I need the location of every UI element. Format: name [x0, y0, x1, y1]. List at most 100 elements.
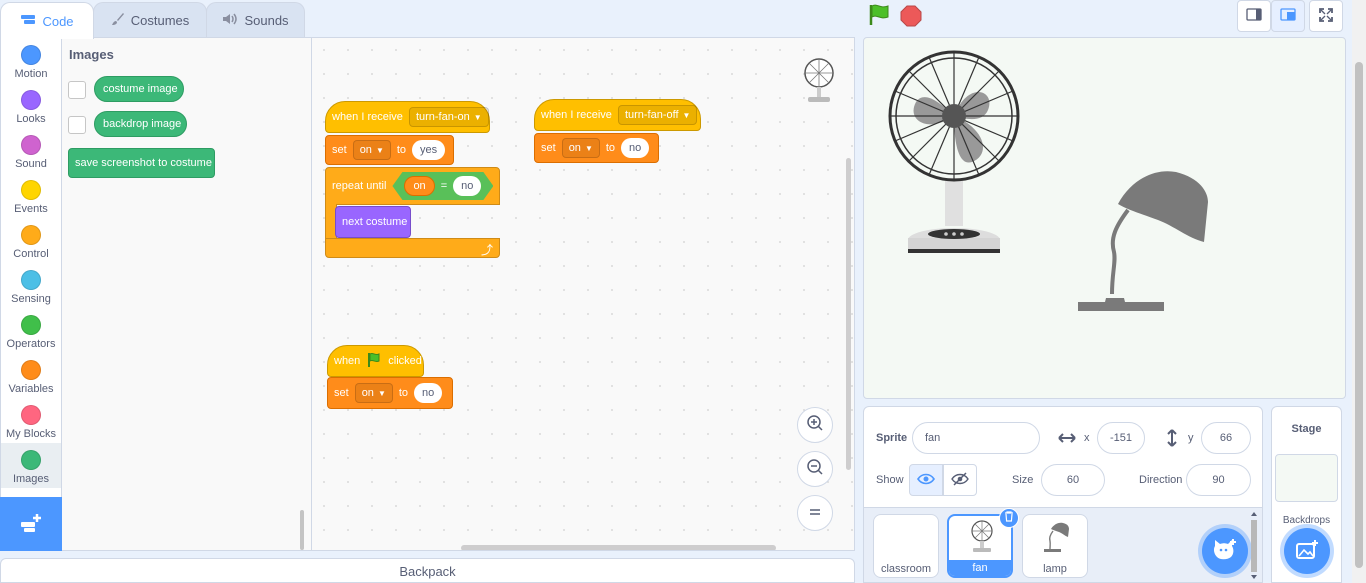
- add-extension-button[interactable]: [0, 497, 62, 551]
- sprite-tile-classroom[interactable]: classroom: [873, 514, 939, 578]
- sprite-name-input[interactable]: fan: [912, 422, 1040, 454]
- category-label: Images: [12, 473, 50, 485]
- category-looks[interactable]: Looks: [1, 83, 61, 128]
- category-sound[interactable]: Sound: [1, 128, 61, 173]
- show-visible-button[interactable]: [909, 464, 943, 496]
- set-variable-block[interactable]: set on ▼ to no: [534, 133, 659, 163]
- size-input[interactable]: 60: [1041, 464, 1105, 496]
- category-events[interactable]: Events: [1, 173, 61, 218]
- caret-icon: ▼: [375, 145, 384, 155]
- vertical-scrollbar[interactable]: [846, 158, 851, 470]
- sprite-tile-fan[interactable]: fan: [947, 508, 1019, 578]
- variable-dropdown[interactable]: on ▼: [354, 383, 393, 403]
- green-flag-button[interactable]: [867, 4, 891, 29]
- when-i-receive-block[interactable]: when I receive turn-fan-on ▼: [325, 101, 490, 133]
- zoom-out-icon: [806, 458, 824, 481]
- zoom-reset-button[interactable]: [797, 495, 833, 531]
- operators-dot-icon: [21, 315, 41, 335]
- category-label: Variables: [8, 383, 54, 395]
- show-hidden-button[interactable]: [943, 464, 977, 496]
- size-label: Size: [1012, 474, 1034, 486]
- stage-canvas[interactable]: [863, 37, 1346, 399]
- category-sensing[interactable]: Sensing: [1, 263, 61, 308]
- direction-input[interactable]: 90: [1186, 464, 1251, 496]
- dropdown-value: on: [359, 144, 372, 156]
- block-label: to: [398, 387, 409, 399]
- x-arrows-icon: [1058, 432, 1076, 447]
- costume-image-block[interactable]: costume image: [94, 76, 184, 102]
- backdrop-image-checkbox[interactable]: [68, 116, 86, 134]
- save-screenshot-block[interactable]: save screenshot to costume: [68, 148, 215, 178]
- value-input[interactable]: yes: [412, 140, 446, 160]
- y-position-input[interactable]: 66: [1201, 422, 1251, 454]
- category-variables[interactable]: Variables: [1, 353, 61, 398]
- script-area[interactable]: when I receive turn-fan-on ▼ set on ▼ to y…: [312, 37, 855, 551]
- delete-sprite-button[interactable]: [999, 508, 1019, 528]
- fullscreen-button[interactable]: [1309, 0, 1343, 32]
- category-motion[interactable]: Motion: [1, 38, 61, 83]
- category-images[interactable]: Images: [1, 443, 61, 488]
- block-label: set: [334, 387, 349, 399]
- horizontal-scrollbar[interactable]: [461, 545, 776, 550]
- when-i-receive-block[interactable]: when I receive turn-fan-off ▼: [534, 99, 701, 131]
- costume-image-checkbox[interactable]: [68, 81, 86, 99]
- equals-operator-block[interactable]: on = no: [392, 172, 493, 200]
- x-position-input[interactable]: -151: [1097, 422, 1145, 454]
- when-flag-clicked-block[interactable]: when clicked: [327, 345, 424, 377]
- block-label: when I receive: [541, 109, 612, 121]
- block-palette: Images costume image backdrop image save…: [62, 37, 312, 551]
- tab-code[interactable]: Code: [0, 2, 94, 39]
- choose-sprite-button[interactable]: [1202, 528, 1248, 574]
- tab-costumes-label: Costumes: [130, 13, 190, 28]
- page-scrollbar[interactable]: [1352, 0, 1366, 583]
- eye-slash-icon: [951, 471, 969, 489]
- category-control[interactable]: Control: [1, 218, 61, 263]
- tab-sounds[interactable]: Sounds: [206, 2, 305, 38]
- category-label: Sound: [15, 158, 47, 170]
- value-input[interactable]: no: [414, 383, 443, 403]
- value-input[interactable]: no: [621, 138, 650, 158]
- category-my-blocks[interactable]: My Blocks: [1, 398, 61, 443]
- choose-backdrop-button[interactable]: [1284, 528, 1330, 574]
- image-add-icon: [1295, 539, 1319, 564]
- zoom-in-button[interactable]: [797, 407, 833, 443]
- looks-dot-icon: [21, 90, 41, 110]
- sprite-info-panel: Sprite fan x -151 y 66 Show Size 60 Dire…: [863, 406, 1263, 508]
- on-variable-reporter[interactable]: on: [404, 176, 434, 196]
- images-dot-icon: [21, 450, 41, 470]
- backdrop-image-block[interactable]: backdrop image: [94, 111, 187, 137]
- next-costume-block[interactable]: next costume: [335, 206, 411, 238]
- compare-value-input[interactable]: no: [453, 176, 481, 196]
- small-stage-button[interactable]: [1237, 0, 1271, 32]
- fan-sprite[interactable]: [888, 50, 1022, 259]
- sound-dot-icon: [21, 135, 41, 155]
- message-dropdown[interactable]: turn-fan-off ▼: [617, 105, 698, 125]
- palette-scrollbar[interactable]: [300, 510, 304, 550]
- category-label: Events: [14, 203, 48, 215]
- variable-dropdown[interactable]: on ▼: [352, 140, 391, 160]
- set-variable-block[interactable]: set on ▼ to yes: [325, 135, 454, 165]
- variable-dropdown[interactable]: on ▼: [561, 138, 600, 158]
- sprite-tile-label: lamp: [1043, 563, 1067, 575]
- stage-title: Stage: [1291, 423, 1322, 435]
- show-label: Show: [876, 474, 904, 486]
- set-variable-block[interactable]: set on ▼ to no: [327, 377, 453, 409]
- stop-button[interactable]: [900, 5, 922, 30]
- message-dropdown[interactable]: turn-fan-on ▼: [408, 107, 489, 127]
- repeat-until-block[interactable]: repeat until on = no: [325, 167, 500, 205]
- lamp-sprite[interactable]: [1076, 166, 1212, 317]
- dropdown-value: turn-fan-on: [415, 111, 470, 123]
- category-operators[interactable]: Operators: [1, 308, 61, 353]
- sprite-tile-lamp[interactable]: lamp: [1022, 514, 1088, 578]
- normal-stage-icon: [1280, 8, 1296, 24]
- eye-icon: [917, 473, 935, 488]
- caret-icon: ▼: [473, 112, 482, 122]
- zoom-out-button[interactable]: [797, 451, 833, 487]
- sprite-list-scrollbar[interactable]: [1249, 508, 1259, 583]
- normal-stage-button[interactable]: [1271, 0, 1305, 32]
- backpack[interactable]: Backpack: [0, 558, 855, 583]
- block-label: repeat until: [332, 180, 387, 192]
- tab-costumes[interactable]: Costumes: [93, 2, 207, 38]
- backdrop-thumbnail[interactable]: [1275, 454, 1338, 502]
- page-scrollbar-thumb[interactable]: [1355, 62, 1363, 568]
